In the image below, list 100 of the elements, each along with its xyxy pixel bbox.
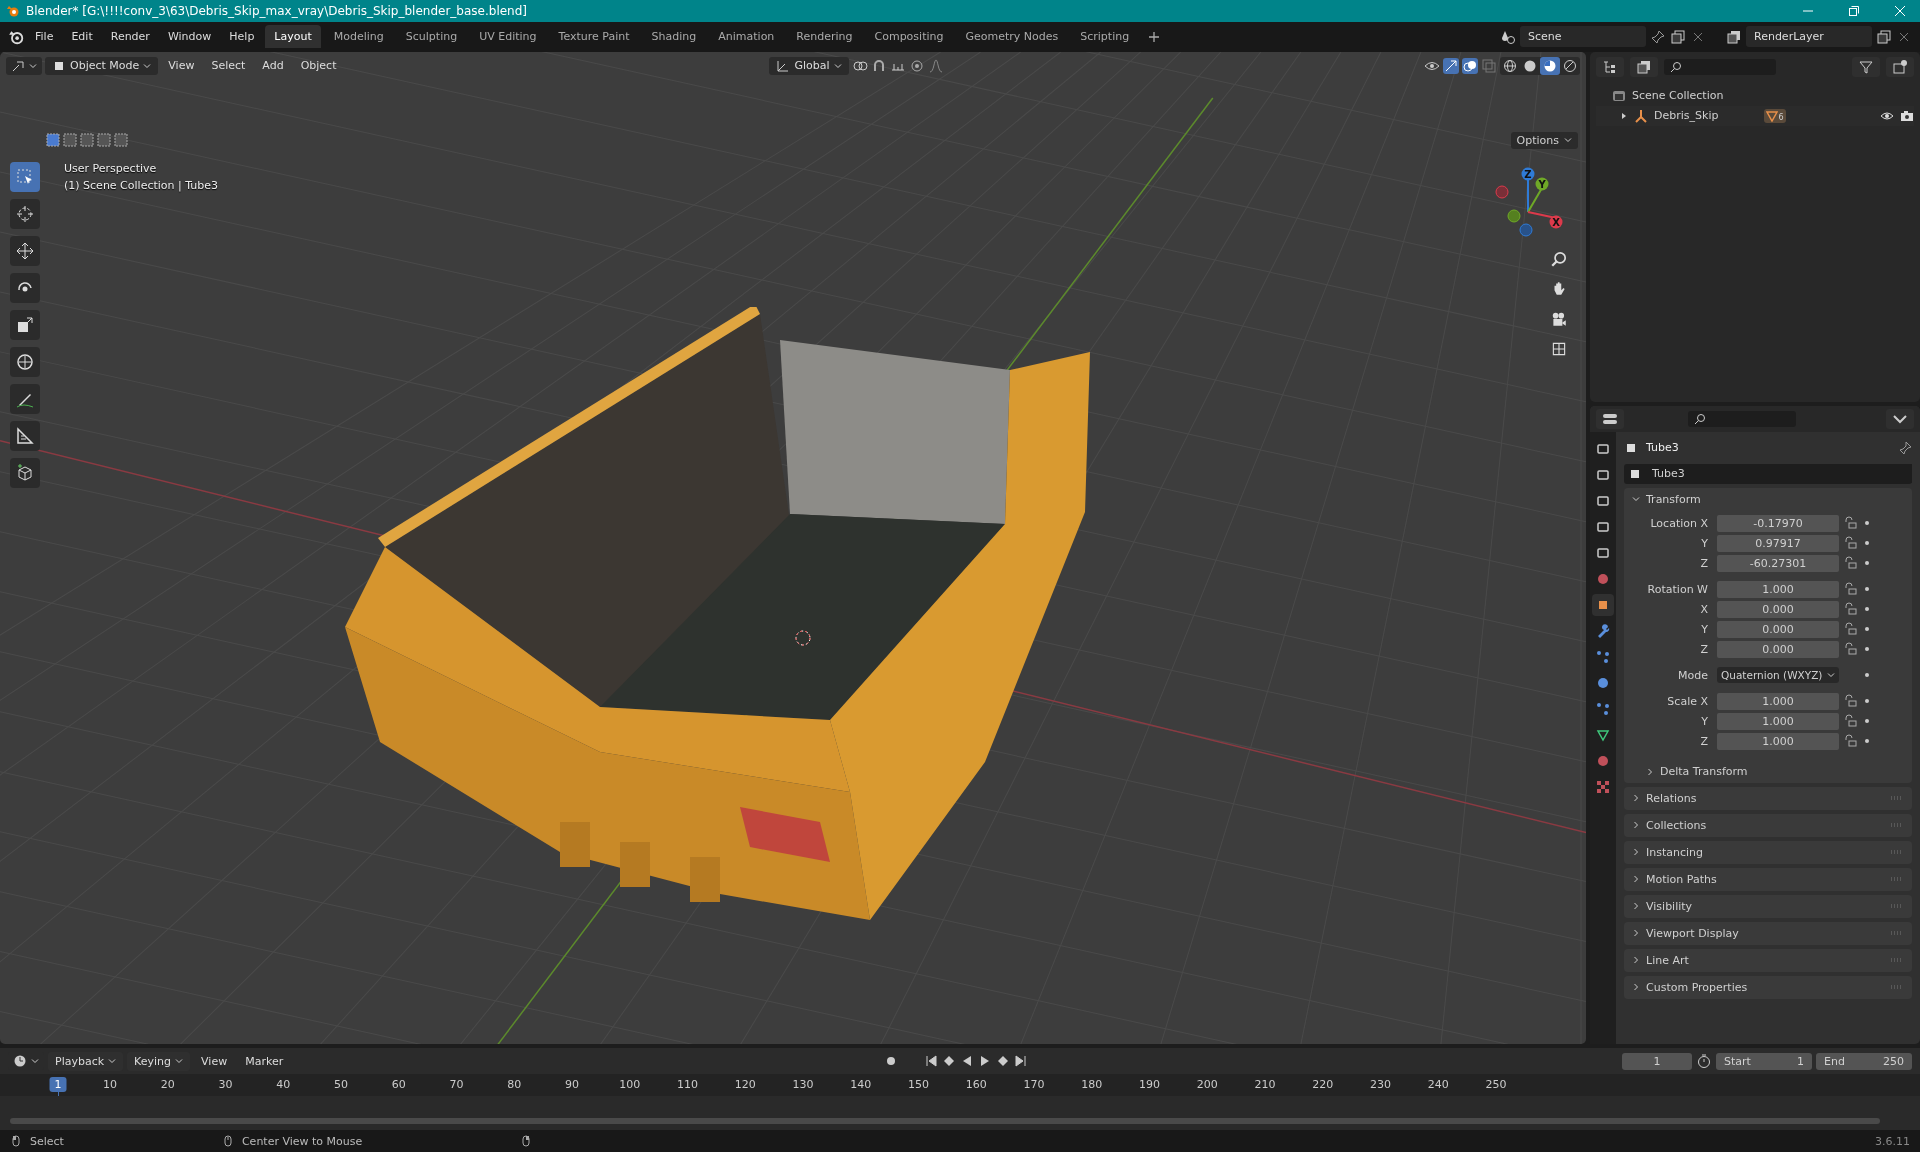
keyframe-dot-icon[interactable] — [1863, 697, 1871, 706]
panel-header[interactable]: Instancing — [1624, 840, 1912, 864]
keyframe-dot-icon[interactable] — [1863, 671, 1871, 680]
add-workspace-icon[interactable] — [1148, 30, 1161, 43]
add-cube-tool-button[interactable] — [10, 457, 40, 488]
keyframe-dot-icon[interactable] — [1863, 539, 1871, 548]
outliner-item[interactable]: Debris_Skip — [1654, 109, 1719, 123]
cursor-tool-button[interactable] — [10, 198, 40, 229]
workspace-tab[interactable]: Modeling — [324, 25, 393, 49]
lock-icon[interactable] — [1844, 582, 1858, 597]
menu-item[interactable]: Render — [103, 27, 157, 47]
menu-item[interactable]: View — [161, 56, 202, 76]
workspace-tab[interactable]: Sculpting — [396, 25, 467, 49]
workspace-tab[interactable]: Rendering — [787, 25, 862, 49]
search-field[interactable] — [1664, 58, 1776, 75]
number-field[interactable]: 1.000 — [1717, 732, 1839, 750]
transform-tool-button[interactable] — [10, 346, 40, 377]
lock-icon[interactable] — [1844, 714, 1858, 729]
workspace-tab[interactable]: Geometry Nodes — [956, 25, 1068, 49]
editor-type-icon[interactable] — [1596, 408, 1624, 429]
lock-icon[interactable] — [1844, 556, 1858, 571]
selection-mode-icon[interactable] — [46, 132, 60, 147]
rotation-mode-dropdown[interactable]: Quaternion (WXYZ) — [1717, 667, 1839, 684]
number-field[interactable]: 0.000 — [1717, 640, 1839, 658]
number-field[interactable]: 0.97917 — [1717, 534, 1839, 552]
mode-dropdown[interactable]: Object Mode — [45, 56, 159, 75]
keyframe-dot-icon[interactable] — [1863, 605, 1871, 614]
panel-header[interactable]: Relations — [1624, 786, 1912, 810]
keyframe-dot-icon[interactable] — [1863, 625, 1871, 634]
next-keyframe-icon[interactable] — [996, 1054, 1011, 1069]
menu-item[interactable]: File — [28, 27, 61, 47]
negative-axis-handle[interactable] — [1495, 185, 1509, 199]
lock-icon[interactable] — [1844, 642, 1858, 657]
workspace-tab[interactable]: Compositing — [865, 25, 953, 49]
blender-logo-icon[interactable] — [8, 28, 24, 45]
keyframe-dot-icon[interactable] — [1863, 519, 1871, 528]
prev-keyframe-icon[interactable] — [942, 1054, 957, 1069]
keyframe-dot-icon[interactable] — [1863, 585, 1871, 594]
scale-tool-button[interactable] — [10, 309, 40, 340]
stopwatch-icon[interactable] — [1696, 1053, 1712, 1070]
rotate-tool-button[interactable] — [10, 272, 40, 303]
drag-grip-icon[interactable] — [1890, 985, 1902, 990]
playhead-frame-marker[interactable]: 1 — [49, 1077, 67, 1093]
timeline-scrollbar[interactable] — [10, 1118, 1880, 1125]
number-field[interactable]: 0.000 — [1717, 600, 1839, 618]
pin-icon[interactable] — [1650, 28, 1666, 45]
scene-field[interactable]: Scene — [1520, 26, 1646, 48]
camera-icon[interactable] — [1900, 108, 1914, 123]
panel-header[interactable]: Motion Paths — [1624, 867, 1912, 891]
expand-arrow-icon[interactable] — [1620, 111, 1628, 120]
new-collection-icon[interactable] — [1886, 56, 1914, 77]
keyframe-dot-icon[interactable] — [1863, 717, 1871, 726]
number-field[interactable]: 1.000 — [1717, 580, 1839, 598]
subpanel-header[interactable]: Delta Transform — [1624, 760, 1912, 783]
menu-item[interactable]: Marker — [238, 1051, 291, 1071]
lock-icon[interactable] — [1844, 602, 1858, 617]
lock-icon[interactable] — [1844, 516, 1858, 531]
keyframe-dot-icon[interactable] — [1863, 559, 1871, 568]
object-properties-tab[interactable] — [1592, 593, 1614, 616]
drag-grip-icon[interactable] — [1890, 958, 1902, 963]
overlay-toggle-icon[interactable] — [1462, 57, 1478, 74]
keyframe-dot-icon[interactable] — [1863, 645, 1871, 654]
jump-end-icon[interactable] — [1014, 1054, 1029, 1069]
keyframe-dot-icon[interactable] — [1863, 737, 1871, 746]
panel-header[interactable]: Collections — [1624, 813, 1912, 837]
measure-tool-button[interactable] — [10, 420, 40, 451]
menu-dropdown[interactable]: Keying — [127, 1051, 191, 1071]
drag-grip-icon[interactable] — [1890, 823, 1902, 828]
lock-icon[interactable] — [1844, 734, 1858, 749]
selection-mode-icon[interactable] — [97, 132, 111, 147]
menu-item[interactable]: Edit — [64, 27, 100, 47]
copy-icon[interactable] — [1670, 28, 1686, 45]
options-dropdown[interactable]: Options — [1510, 131, 1578, 149]
outliner-item[interactable]: Scene Collection — [1632, 89, 1724, 103]
menu-item[interactable]: Object — [293, 56, 344, 76]
menu-dropdown[interactable]: Playback — [48, 1051, 124, 1071]
menu-item[interactable]: View — [194, 1051, 235, 1071]
panel-header[interactable]: Viewport Display — [1624, 921, 1912, 945]
mesh-count-badge[interactable]: 6 — [1764, 108, 1786, 123]
zoom-icon[interactable] — [1550, 249, 1568, 268]
material-shading-button[interactable] — [1540, 56, 1560, 75]
number-field[interactable]: 0.000 — [1717, 620, 1839, 638]
menu-item[interactable]: Select — [204, 56, 253, 76]
negative-axis-handle[interactable] — [1519, 223, 1533, 237]
move-tool-button[interactable] — [10, 235, 40, 266]
workspace-tab[interactable]: Texture Paint — [549, 25, 639, 49]
xray-toggle-icon[interactable] — [1481, 57, 1497, 74]
menu-item[interactable]: Add — [255, 56, 291, 76]
drag-grip-icon[interactable] — [1890, 796, 1902, 801]
start-frame-field[interactable]: Start 1 — [1716, 1052, 1812, 1070]
falloff-curve-icon[interactable] — [927, 57, 944, 74]
number-field[interactable]: 1.000 — [1717, 712, 1839, 730]
axis-handle[interactable]: Y — [1527, 177, 1549, 213]
panel-header[interactable]: Transform — [1624, 487, 1912, 511]
proportional-edit-icon[interactable] — [908, 57, 925, 74]
end-frame-field[interactable]: End 250 — [1816, 1052, 1912, 1070]
filter-icon[interactable] — [1852, 56, 1880, 77]
number-field[interactable]: -0.17970 — [1717, 514, 1839, 532]
drag-grip-icon[interactable] — [1890, 850, 1902, 855]
number-field[interactable]: -60.27301 — [1717, 554, 1839, 572]
